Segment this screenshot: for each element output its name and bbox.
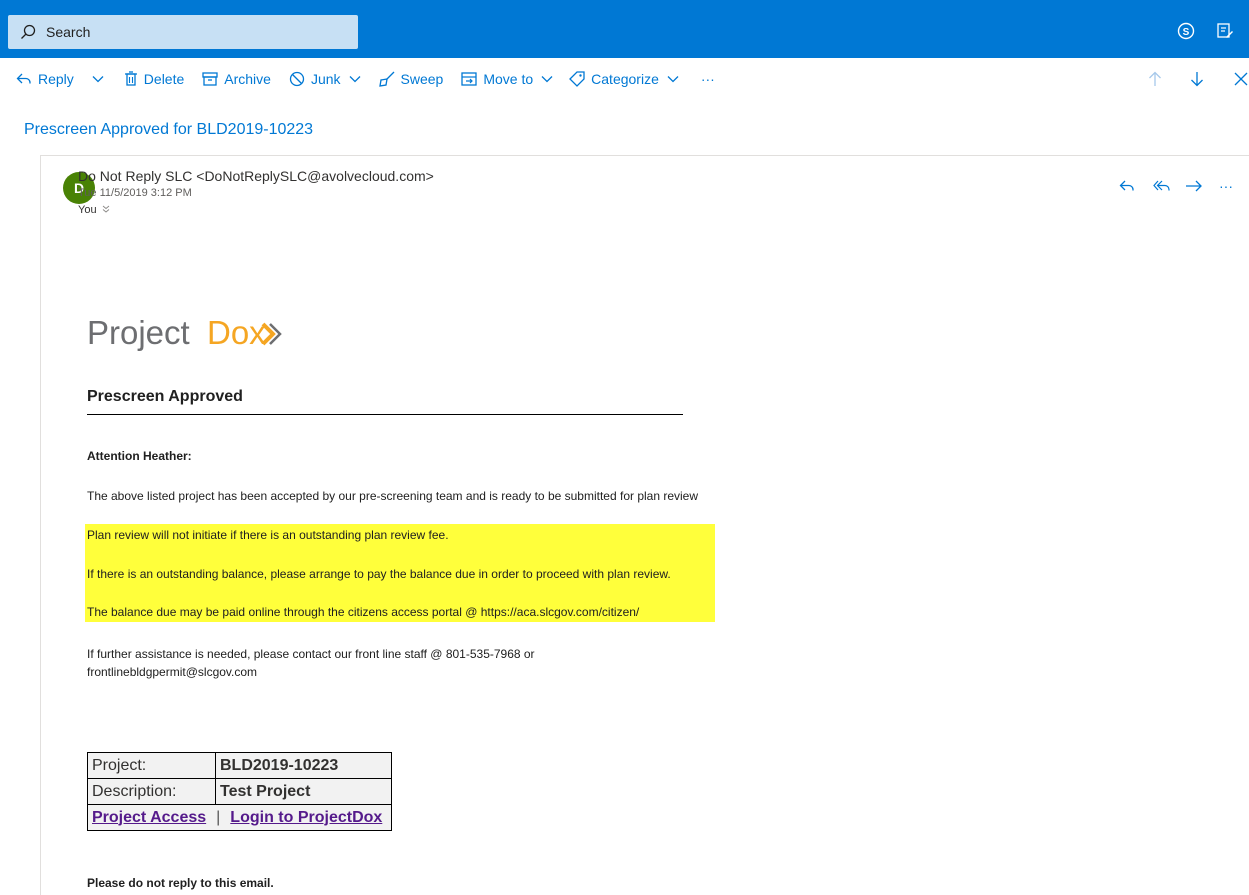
trash-icon	[124, 71, 137, 86]
skype-icon[interactable]: S	[1177, 22, 1195, 40]
reply-button[interactable]: Reply	[16, 60, 74, 98]
email-heading: Prescreen Approved	[87, 388, 243, 405]
more-label: ···	[700, 71, 715, 87]
recipients[interactable]: You	[78, 204, 110, 216]
table-row: Description: Test Project	[87, 778, 392, 805]
highlight-text-2: If there is an outstanding balance, plea…	[87, 567, 671, 581]
move-to-label: Move to	[483, 71, 534, 87]
message-actions: ···	[1119, 178, 1233, 194]
chevron-down-icon	[349, 76, 360, 83]
acceptance-text: The above listed project has been accept…	[87, 489, 699, 503]
command-bar: Reply Delete Archive Junk Sweep Move to …	[0, 60, 1249, 98]
reply-label: Reply	[38, 71, 74, 87]
reply-dropdown[interactable]	[92, 60, 104, 98]
archive-button[interactable]: Archive	[202, 60, 271, 98]
contact-text-2: frontlinebldgpermit@slcgov.com	[87, 665, 258, 679]
recipient-you: You	[78, 204, 97, 216]
close-icon	[1234, 72, 1248, 86]
move-folder-icon	[461, 72, 477, 86]
top-bar: Search S	[0, 0, 1249, 58]
sender-name[interactable]: Do Not Reply SLC <DoNotReplySLC@avolvecl…	[78, 168, 434, 184]
table-row: Project: BLD2019-10223	[87, 752, 392, 779]
attention-line: Attention Heather:	[87, 449, 192, 463]
reply-all-icon[interactable]	[1153, 179, 1171, 193]
chevron-down-icon	[667, 76, 679, 83]
tag-icon	[569, 71, 585, 87]
description-value: Test Project	[215, 778, 392, 805]
move-to-button[interactable]: Move to	[461, 60, 553, 98]
svg-text:S: S	[1183, 27, 1190, 38]
delete-label: Delete	[143, 71, 185, 87]
project-access-link[interactable]: Project Access	[92, 809, 206, 826]
search-box[interactable]: Search	[8, 15, 358, 49]
expand-recipients-icon	[102, 205, 109, 213]
search-placeholder: Search	[46, 24, 91, 40]
categorize-label: Categorize	[591, 71, 659, 87]
chevron-down-icon	[541, 76, 553, 83]
arrow-down-icon	[1191, 72, 1203, 87]
reply-icon	[16, 73, 31, 84]
archive-icon	[202, 72, 218, 86]
close-button[interactable]	[1234, 60, 1248, 98]
links-cell: Project Access | Login to ProjectDox	[87, 804, 392, 831]
table-row: Project Access | Login to ProjectDox	[87, 804, 392, 831]
search-icon	[21, 24, 36, 39]
arrow-up-icon	[1149, 71, 1161, 86]
junk-button[interactable]: Junk	[289, 60, 361, 98]
block-icon	[289, 71, 305, 87]
footer-note: Please do not reply to this email.	[87, 876, 274, 890]
highlight-text-3: The balance due may be paid online throu…	[87, 605, 640, 619]
chevron-down-icon	[92, 76, 104, 83]
project-label: Project:	[87, 752, 216, 779]
more-actions-button[interactable]: ···	[701, 60, 715, 98]
sweep-label: Sweep	[400, 71, 444, 87]
feedback-icon[interactable]	[1216, 22, 1234, 40]
forward-icon[interactable]	[1185, 179, 1203, 193]
divider	[87, 414, 683, 415]
sweep-button[interactable]: Sweep	[378, 60, 444, 98]
logo-text-project: Project	[87, 314, 190, 351]
project-value: BLD2019-10223	[215, 752, 392, 779]
highlight-text-1: Plan review will not initiate if there i…	[87, 528, 449, 542]
previous-message-button[interactable]	[1148, 60, 1162, 98]
message-subject: Prescreen Approved for BLD2019-10223	[24, 121, 314, 138]
projectdox-logo: Project Dox	[87, 308, 287, 361]
logo-text-dox: Dox	[207, 314, 266, 351]
project-table: Project: BLD2019-10223 Description: Test…	[87, 752, 392, 831]
reply-icon[interactable]	[1119, 179, 1135, 193]
description-label: Description:	[87, 778, 216, 805]
link-separator: |	[216, 808, 221, 826]
delete-button[interactable]: Delete	[124, 60, 184, 98]
categorize-button[interactable]: Categorize	[569, 60, 679, 98]
login-projectdox-link[interactable]: Login to ProjectDox	[230, 809, 382, 826]
archive-label: Archive	[224, 71, 271, 87]
message-date: Tue 11/5/2019 3:12 PM	[78, 187, 192, 199]
more-message-actions-button[interactable]: ···	[1219, 178, 1233, 194]
next-message-button[interactable]	[1190, 60, 1204, 98]
contact-text-1: If further assistance is needed, please …	[87, 647, 535, 661]
broom-icon	[378, 71, 394, 87]
junk-label: Junk	[310, 71, 341, 87]
